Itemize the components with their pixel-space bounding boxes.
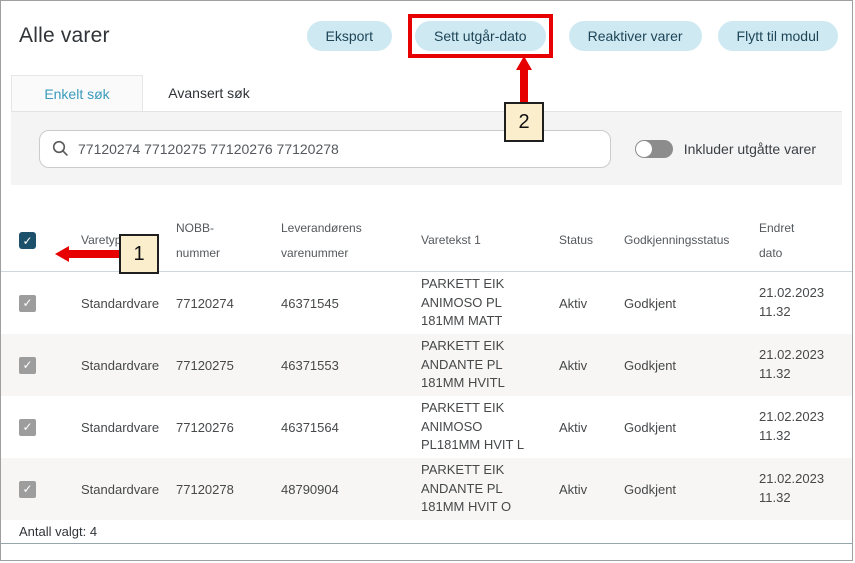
col-header-godkjenningsstatus[interactable]: Godkjenningsstatus <box>624 228 759 253</box>
cell-godkjenning: Godkjent <box>624 420 759 435</box>
app-window: Alle varer Eksport Sett utgår-dato Reakt… <box>0 0 853 561</box>
row-checkbox[interactable]: ✓ <box>19 295 36 312</box>
col-header-leverandorens-varenummer[interactable]: Leverandørens varenummer <box>281 216 421 266</box>
annotation-step-1: 1 <box>119 234 159 274</box>
search-panel: Inkluder utgåtte varer <box>11 112 842 185</box>
toolbar: Eksport Sett utgår-dato Reaktiver varer … <box>307 14 838 58</box>
cell-varetype: Standardvare <box>81 296 176 311</box>
table-row[interactable]: ✓ Standardvare 77120276 46371564 PARKETT… <box>1 396 852 458</box>
table-row[interactable]: ✓ Standardvare 77120278 48790904 PARKETT… <box>1 458 852 520</box>
tab-advanced-search[interactable]: Avansert søk <box>143 75 275 111</box>
reactivate-items-button[interactable]: Reaktiver varer <box>569 21 702 51</box>
row-checkbox[interactable]: ✓ <box>19 481 36 498</box>
col-header-varetekst[interactable]: Varetekst 1 <box>421 228 559 253</box>
cell-varetekst: PARKETT EIK ANIMOSO PL 181MM MATT <box>421 275 536 332</box>
cell-varetype: Standardvare <box>81 420 176 435</box>
selected-count: Antall valgt: 4 <box>1 520 852 544</box>
annotation-highlight-rect: Sett utgår-dato <box>408 14 553 58</box>
cell-endret-dato: 21.02.2023 11.32 <box>759 408 837 446</box>
cell-levnr: 46371545 <box>281 296 421 311</box>
toggle-label: Inkluder utgåtte varer <box>684 141 816 157</box>
annotation-step-2: 2 <box>504 102 544 142</box>
tab-bar: Enkelt søk Avansert søk <box>11 75 842 112</box>
page-title: Alle varer <box>19 24 110 48</box>
cell-nobb: 77120274 <box>176 296 281 311</box>
cell-endret-dato: 21.02.2023 11.32 <box>759 470 837 508</box>
export-button[interactable]: Eksport <box>307 21 392 51</box>
cell-nobb: 77120278 <box>176 482 281 497</box>
tab-simple-search[interactable]: Enkelt søk <box>11 75 143 111</box>
header: Alle varer Eksport Sett utgår-dato Reakt… <box>1 1 852 59</box>
cell-status: Aktiv <box>559 358 624 373</box>
cell-godkjenning: Godkjent <box>624 482 759 497</box>
cell-endret-dato: 21.02.2023 11.32 <box>759 346 837 384</box>
row-checkbox[interactable]: ✓ <box>19 419 36 436</box>
include-expired-toggle[interactable]: Inkluder utgåtte varer <box>635 140 816 158</box>
table-row[interactable]: ✓ Standardvare 77120275 46371553 PARKETT… <box>1 334 852 396</box>
move-to-module-button[interactable]: Flytt til modul <box>718 21 838 51</box>
cell-status: Aktiv <box>559 482 624 497</box>
table-row[interactable]: ✓ Standardvare 77120274 46371545 PARKETT… <box>1 272 852 334</box>
cell-varetekst: PARKETT EIK ANDANTE PL 181MM HVIT O <box>421 461 536 518</box>
col-header-status[interactable]: Status <box>559 228 624 253</box>
cell-godkjenning: Godkjent <box>624 296 759 311</box>
select-all-checkbox[interactable]: ✓ <box>19 232 36 249</box>
row-checkbox[interactable]: ✓ <box>19 357 36 374</box>
cell-varetekst: PARKETT EIK ANIMOSO PL181MM HVIT L <box>421 399 536 456</box>
cell-varetype: Standardvare <box>81 482 176 497</box>
set-expiry-date-button[interactable]: Sett utgår-dato <box>415 21 546 51</box>
annotation-arrow-left-bar <box>67 250 119 258</box>
cell-levnr: 46371553 <box>281 358 421 373</box>
cell-varetype: Standardvare <box>81 358 176 373</box>
cell-nobb: 77120275 <box>176 358 281 373</box>
col-header-endret-dato[interactable]: Endret dato <box>759 216 837 266</box>
search-input[interactable] <box>78 141 598 157</box>
search-icon <box>52 140 69 157</box>
cell-godkjenning: Godkjent <box>624 358 759 373</box>
cell-levnr: 48790904 <box>281 482 421 497</box>
cell-nobb: 77120276 <box>176 420 281 435</box>
cell-endret-dato: 21.02.2023 11.32 <box>759 284 837 322</box>
col-header-nobb-nummer[interactable]: NOBB-nummer <box>176 216 281 266</box>
cell-status: Aktiv <box>559 420 624 435</box>
annotation-arrow-up-bar <box>520 67 528 103</box>
cell-varetekst: PARKETT EIK ANDANTE PL 181MM HVITL <box>421 337 536 394</box>
cell-levnr: 46371564 <box>281 420 421 435</box>
cell-status: Aktiv <box>559 296 624 311</box>
toggle-switch-icon[interactable] <box>635 140 673 158</box>
